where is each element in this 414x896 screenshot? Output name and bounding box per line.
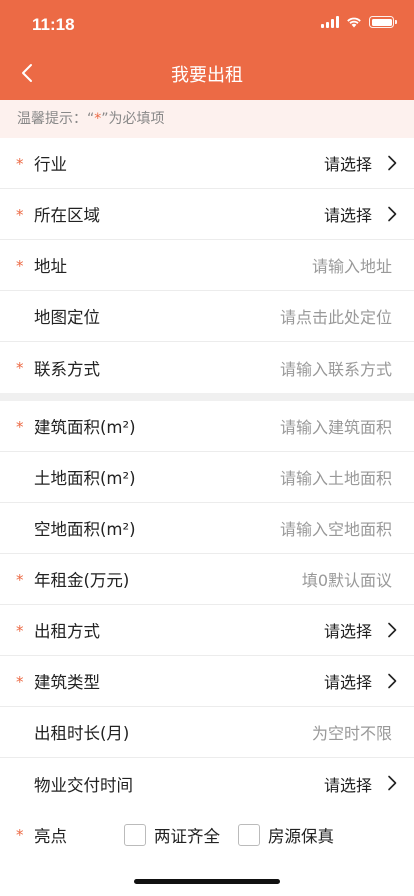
checkbox-box[interactable] bbox=[238, 823, 260, 846]
notice-prefix: 温馨提示：“ bbox=[17, 111, 95, 127]
cellular-signal-icon bbox=[321, 16, 339, 28]
section-divider bbox=[0, 393, 414, 401]
field-label: 土地面积(m²) bbox=[34, 469, 136, 488]
field-label: 联系方式 bbox=[34, 359, 100, 379]
text-input[interactable]: 请点击此处定位 bbox=[280, 304, 392, 328]
form-row[interactable]: * 所在区域 请选择 bbox=[0, 189, 414, 240]
chevron-right-icon bbox=[388, 775, 397, 791]
wifi-icon bbox=[347, 17, 361, 28]
required-mark: * bbox=[16, 206, 24, 224]
rental-form: * 行业 请选择 * 所在区域 请选择 * 地址 请输入地址 地图定位 请点击此处定位 * 联系方式 请输… bbox=[0, 138, 414, 860]
battery-icon bbox=[369, 16, 397, 28]
field-label: 空地面积(m²) bbox=[34, 520, 136, 539]
required-mark: * bbox=[16, 257, 24, 275]
page-title: 我要出租 bbox=[171, 65, 243, 86]
form-row[interactable]: * 年租金(万元) 填0默认面议 bbox=[0, 554, 414, 605]
checkbox-authentic-listing[interactable]: 房源保真 bbox=[238, 823, 334, 847]
form-row[interactable]: 空地面积(m²) 请输入空地面积 bbox=[0, 503, 414, 554]
chevron-right-icon bbox=[388, 673, 397, 689]
chevron-right-icon bbox=[388, 622, 397, 638]
form-group-basic: * 行业 请选择 * 所在区域 请选择 * 地址 请输入地址 地图定位 请点击此处定位 * 联系方式 请输… bbox=[0, 138, 414, 393]
text-input[interactable]: 请输入联系方式 bbox=[280, 356, 392, 380]
status-icons bbox=[321, 16, 397, 28]
app-header: 11:18 我要出租 bbox=[0, 0, 414, 100]
field-label: 地图定位 bbox=[34, 308, 100, 327]
form-row[interactable]: * 建筑类型 请选择 bbox=[0, 656, 414, 707]
field-label: 物业交付时间 bbox=[34, 775, 133, 795]
status-time: 11:18 bbox=[32, 15, 75, 34]
form-row-highlights: * 亮点 两证齐全 房源保真 bbox=[0, 809, 414, 860]
text-input[interactable]: 请输入土地面积 bbox=[280, 465, 392, 489]
checkbox-label: 房源保真 bbox=[268, 826, 334, 846]
nav-bar: 我要出租 bbox=[0, 50, 414, 96]
form-row[interactable]: 出租时长(月) 为空时不限 bbox=[0, 707, 414, 758]
field-label: 所在区域 bbox=[34, 206, 100, 225]
required-mark: * bbox=[16, 826, 24, 844]
chevron-right-icon bbox=[388, 155, 397, 171]
text-input[interactable]: 请输入建筑面积 bbox=[280, 414, 392, 438]
field-label: 出租方式 bbox=[34, 622, 100, 641]
home-indicator bbox=[134, 879, 280, 884]
form-row[interactable]: * 地址 请输入地址 bbox=[0, 240, 414, 291]
select-value[interactable]: 请选择 bbox=[324, 202, 372, 226]
required-mark: * bbox=[16, 622, 24, 640]
required-mark: * bbox=[16, 673, 24, 691]
text-input[interactable]: 请输入空地面积 bbox=[280, 516, 392, 540]
form-group-details: * 建筑面积(m²) 请输入建筑面积土地面积(m²) 请输入土地面积空地面积(m²) 请… bbox=[0, 401, 414, 809]
select-value[interactable]: 请选择 bbox=[324, 772, 372, 796]
required-mark: * bbox=[16, 359, 24, 377]
notice-suffix: ”为必填项 bbox=[101, 111, 165, 127]
field-label: 地址 bbox=[34, 257, 67, 276]
form-row[interactable]: 物业交付时间 请选择 bbox=[0, 758, 414, 809]
field-label: 建筑类型 bbox=[34, 673, 100, 692]
text-input[interactable]: 填0默认面议 bbox=[302, 567, 392, 591]
required-notice: 温馨提示：“*”为必填项 bbox=[0, 100, 414, 138]
checkbox-box[interactable] bbox=[124, 823, 146, 846]
field-label: 建筑面积(m²) bbox=[34, 418, 136, 437]
required-mark: * bbox=[16, 155, 24, 173]
text-input[interactable]: 为空时不限 bbox=[312, 720, 392, 744]
form-row[interactable]: * 行业 请选择 bbox=[0, 138, 414, 189]
field-label: 行业 bbox=[34, 155, 67, 174]
select-value[interactable]: 请选择 bbox=[324, 618, 372, 642]
form-row[interactable]: 地图定位 请点击此处定位 bbox=[0, 291, 414, 342]
field-label-highlights: 亮点 bbox=[34, 826, 67, 846]
status-bar: 11:18 bbox=[0, 0, 414, 50]
form-row[interactable]: * 建筑面积(m²) 请输入建筑面积 bbox=[0, 401, 414, 452]
field-label: 出租时长(月) bbox=[34, 724, 130, 743]
select-value[interactable]: 请选择 bbox=[324, 151, 372, 175]
checkbox-two-certificates[interactable]: 两证齐全 bbox=[124, 823, 220, 847]
form-row[interactable]: 土地面积(m²) 请输入土地面积 bbox=[0, 452, 414, 503]
form-row[interactable]: * 出租方式 请选择 bbox=[0, 605, 414, 656]
required-mark: * bbox=[16, 571, 24, 589]
text-input[interactable]: 请输入地址 bbox=[312, 253, 392, 277]
select-value[interactable]: 请选择 bbox=[324, 669, 372, 693]
checkbox-label: 两证齐全 bbox=[154, 826, 220, 846]
field-label: 年租金(万元) bbox=[34, 571, 130, 590]
form-row[interactable]: * 联系方式 请输入联系方式 bbox=[0, 342, 414, 393]
chevron-right-icon bbox=[388, 206, 397, 222]
required-mark: * bbox=[16, 418, 24, 436]
